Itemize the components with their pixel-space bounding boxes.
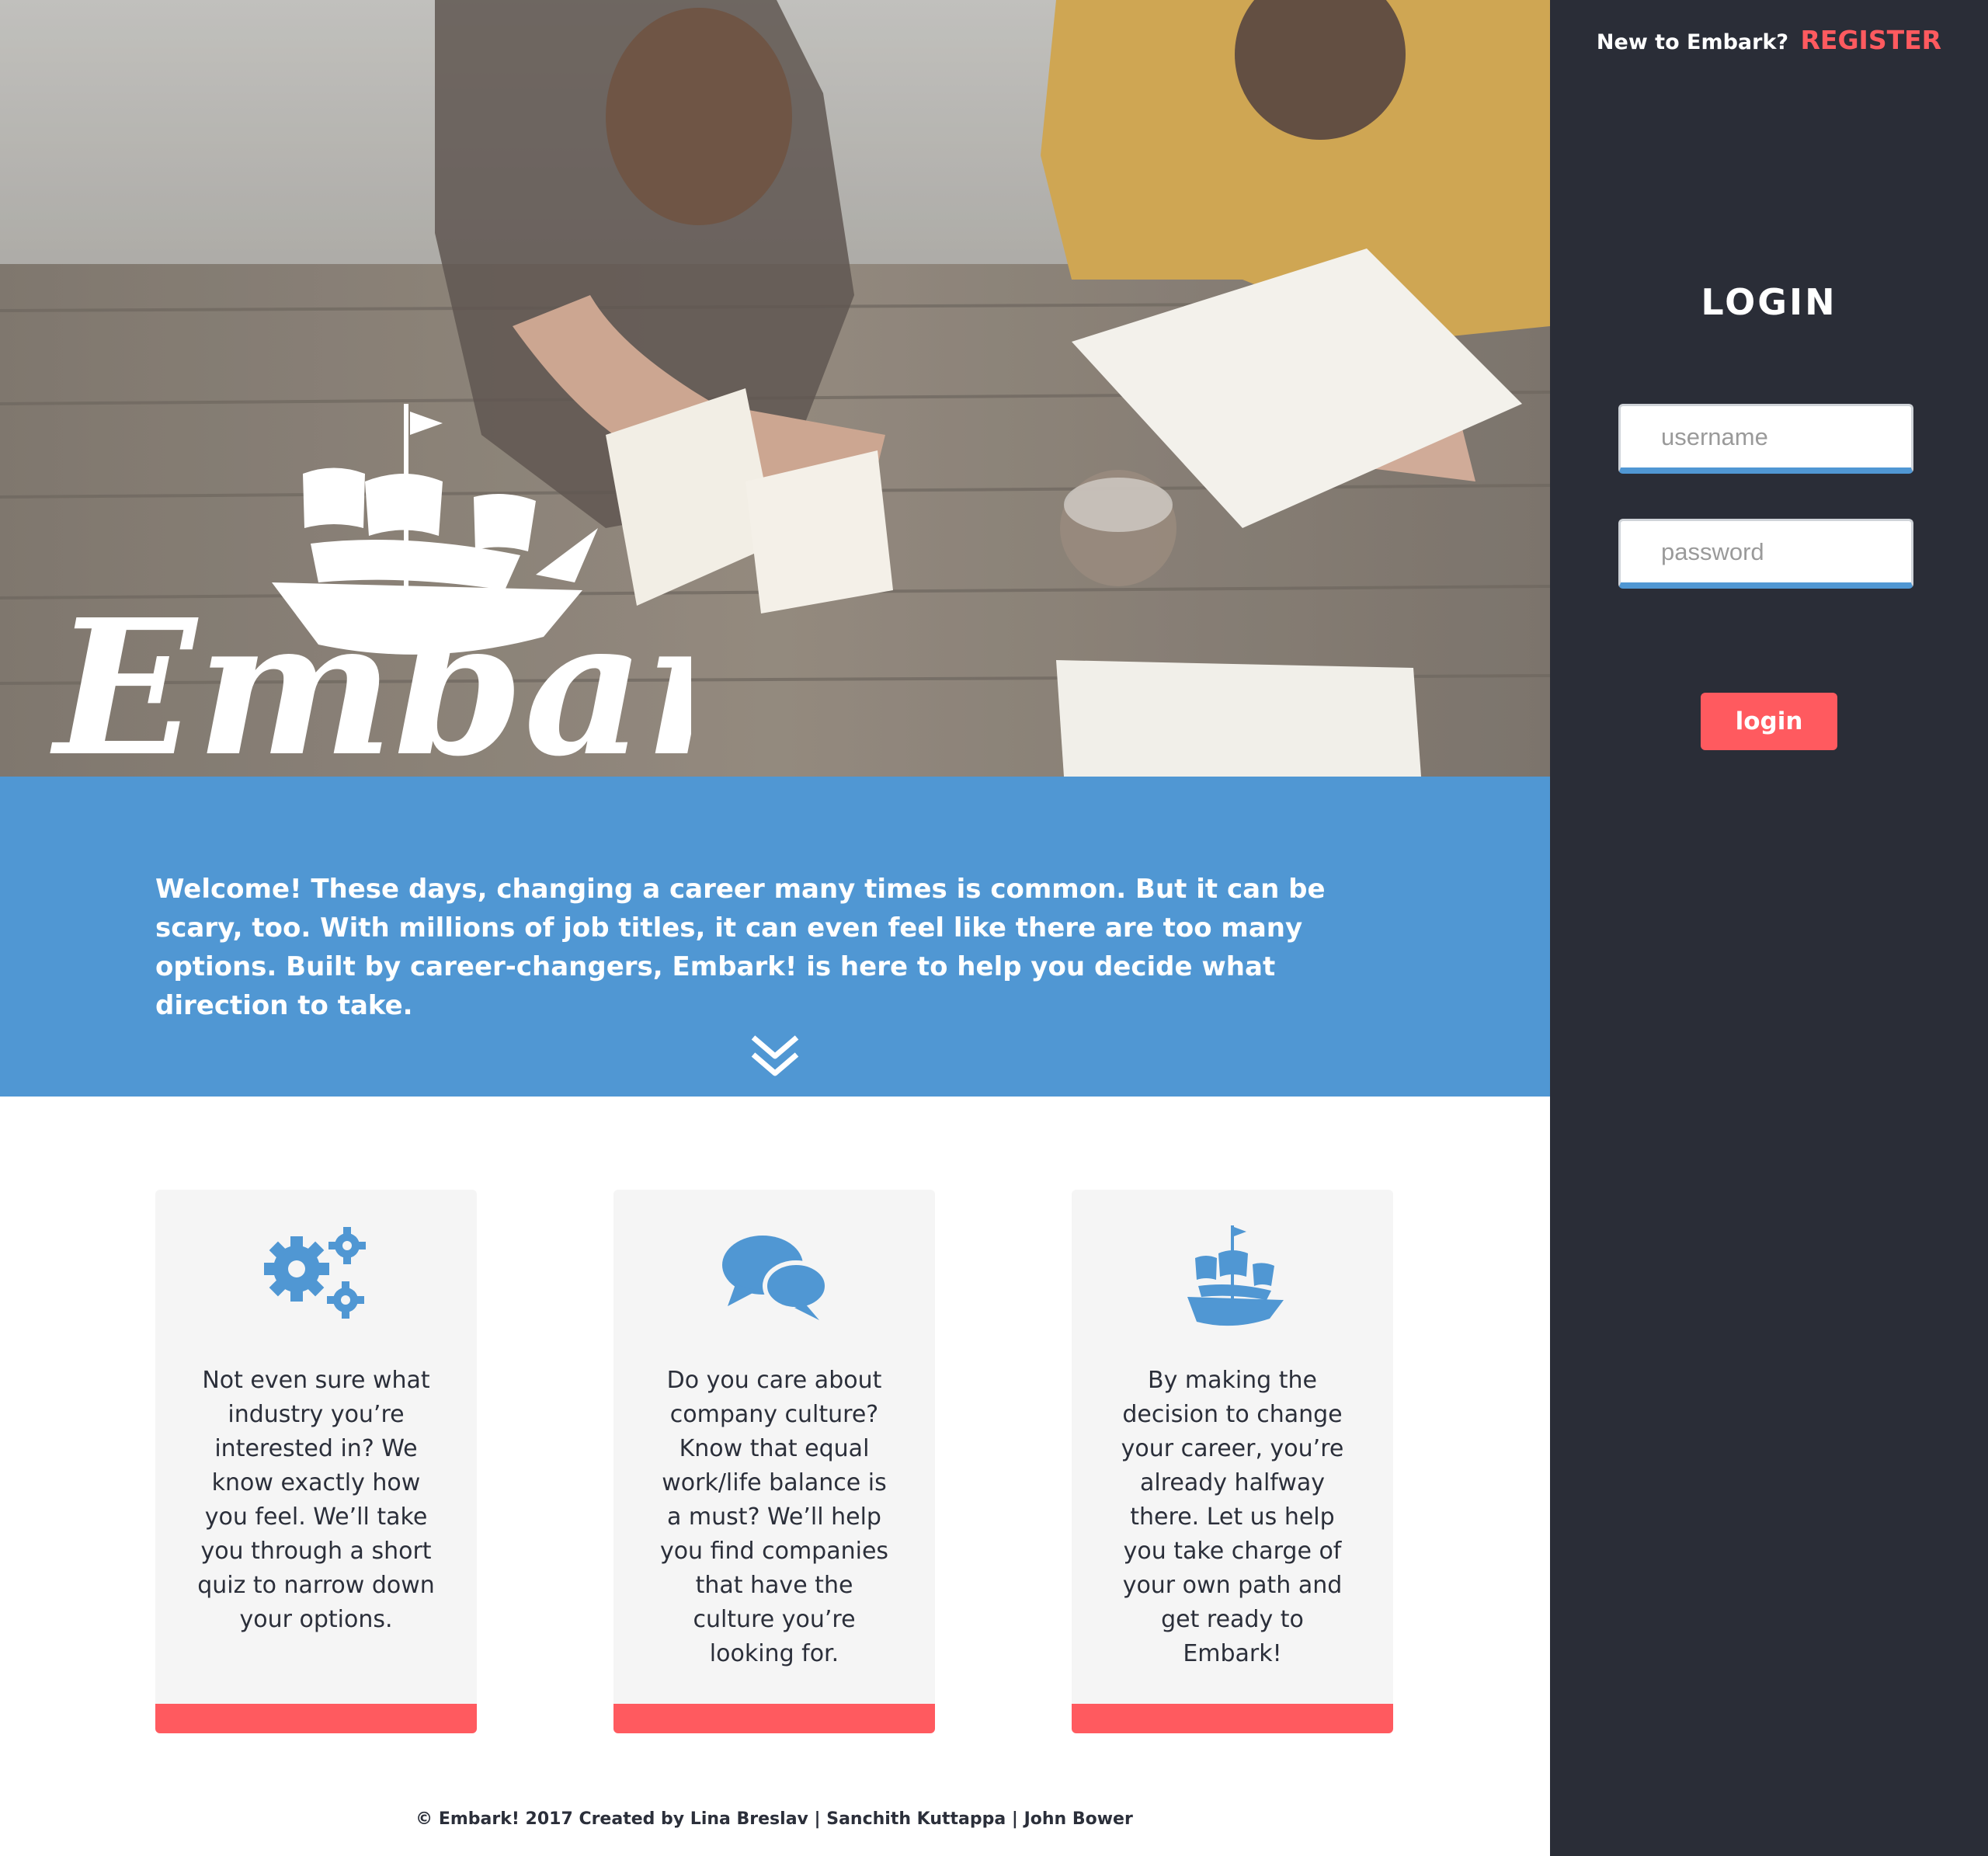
register-prompt-text: New to Embark? xyxy=(1596,30,1789,54)
feature-card-embark: By making the decision to change your ca… xyxy=(1072,1190,1393,1733)
svg-text:Embark!: Embark! xyxy=(50,579,691,769)
username-input[interactable] xyxy=(1621,406,1911,467)
card-text: Do you care about company culture? Know … xyxy=(659,1367,889,1667)
register-prompt: New to Embark? REGISTER xyxy=(1550,25,1988,55)
gears-icon xyxy=(264,1227,366,1319)
card-accent-bar xyxy=(155,1704,477,1733)
card-accent-bar xyxy=(1072,1704,1393,1733)
password-field xyxy=(1618,519,1913,589)
hero-banner: Embark! xyxy=(0,0,1550,777)
feature-card-culture: Do you care about company culture? Know … xyxy=(613,1190,935,1733)
embark-logo: Embark! xyxy=(50,404,691,769)
ship-icon xyxy=(1187,1225,1284,1326)
double-chevron-down-icon[interactable] xyxy=(750,1034,800,1078)
welcome-text: Welcome! These days, changing a career m… xyxy=(155,874,1326,1021)
password-input[interactable] xyxy=(1621,521,1911,582)
footer: © Embark! 2017 Created by Lina Breslav |… xyxy=(0,1809,1550,1829)
card-text: By making the decision to change your ca… xyxy=(1121,1367,1344,1667)
welcome-section: Welcome! These days, changing a career m… xyxy=(0,777,1550,1097)
register-link[interactable]: REGISTER xyxy=(1801,25,1942,55)
login-panel: New to Embark? REGISTER LOGIN login xyxy=(1550,0,1988,1856)
login-button[interactable]: login xyxy=(1701,693,1837,750)
login-title: LOGIN xyxy=(1701,281,1837,323)
username-field xyxy=(1618,404,1913,474)
card-accent-bar xyxy=(613,1704,935,1733)
card-text: Not even sure what industry you’re inter… xyxy=(197,1367,435,1633)
main-content: Embark! Welcome! These days, changing a … xyxy=(0,0,1550,1856)
footer-credits: © Embark! 2017 Created by Lina Breslav |… xyxy=(415,1809,1133,1829)
feature-card-quiz: Not even sure what industry you’re inter… xyxy=(155,1190,477,1733)
feature-cards: Not even sure what industry you’re inter… xyxy=(0,1097,1550,1741)
chat-bubbles-icon xyxy=(722,1236,829,1320)
